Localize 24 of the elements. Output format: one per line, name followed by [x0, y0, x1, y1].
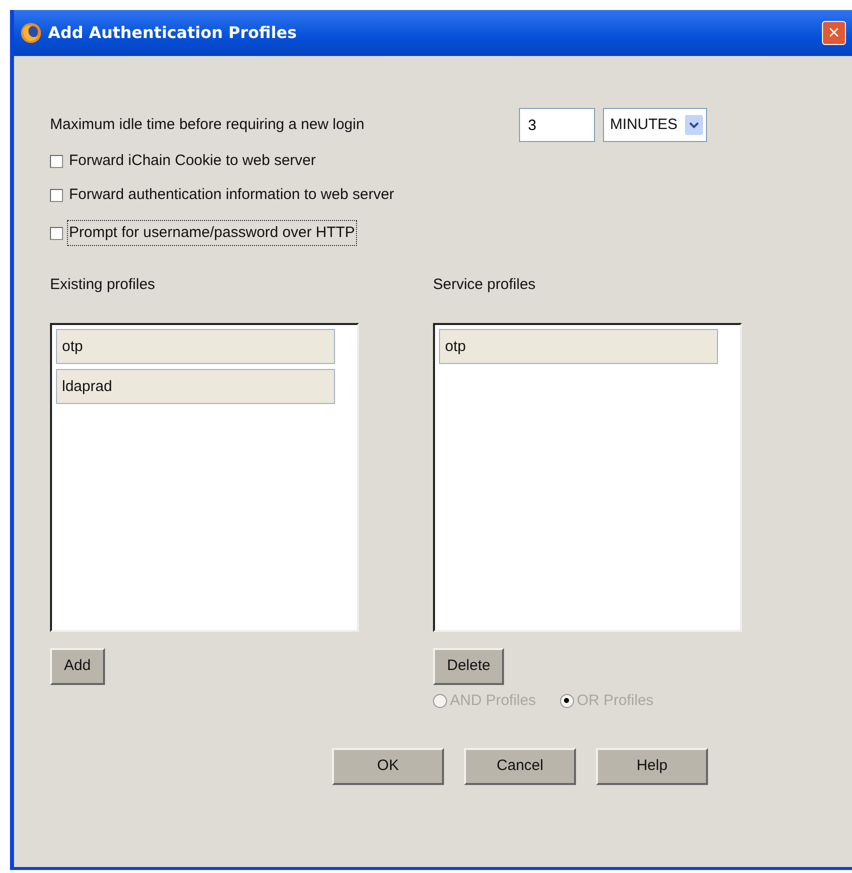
window-title: Add Authentication Profiles — [48, 22, 297, 44]
delete-button[interactable]: Delete — [433, 648, 504, 684]
dialog-button[interactable]: Help — [596, 748, 708, 785]
profile-list[interactable]: otp ldaprad — [50, 322, 359, 632]
checkbox[interactable] — [50, 154, 63, 168]
dialog-button[interactable]: Cancel — [464, 748, 576, 785]
checkbox-label[interactable]: Forward iChain Cookie to web server — [69, 150, 316, 172]
idle-time-label: Maximum idle time before requiring a new login — [50, 114, 364, 135]
add-button[interactable]: Add — [50, 648, 105, 684]
close-button[interactable]: × — [822, 21, 846, 45]
list-item[interactable]: ldaprad — [56, 368, 335, 404]
list-heading: Service profiles — [433, 275, 537, 295]
profile-list[interactable]: otp — [433, 322, 742, 632]
dialog-button[interactable]: OK — [332, 748, 444, 785]
list-item[interactable]: otp — [439, 328, 718, 364]
checkbox-label[interactable]: Prompt for username/password over HTTP — [69, 222, 355, 244]
list-heading: Existing profiles — [50, 275, 156, 295]
checkbox[interactable] — [50, 188, 63, 202]
checkbox[interactable] — [50, 226, 63, 240]
unit-dropdown[interactable]: MINUTES — [603, 108, 707, 142]
idle-time-field[interactable]: 3 — [519, 108, 595, 142]
app-icon — [20, 22, 42, 44]
checkbox-label[interactable]: Forward authentication information to web server — [69, 184, 394, 206]
list-item[interactable]: otp — [56, 328, 335, 364]
